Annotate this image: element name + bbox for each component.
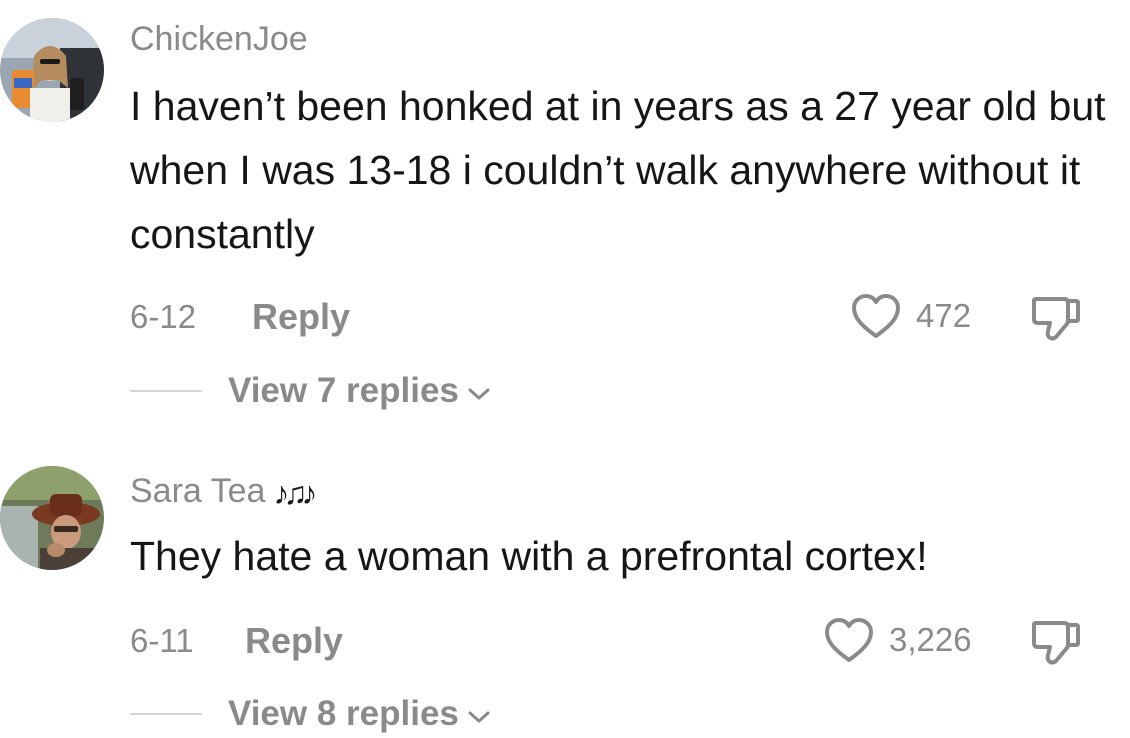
heart-outline-icon	[852, 294, 900, 338]
like-button[interactable]: 472	[850, 292, 971, 340]
divider	[130, 713, 202, 715]
view-replies-button[interactable]: View 7 replies	[228, 371, 491, 411]
view-replies-label: View 8 replies	[228, 694, 459, 733]
thumbs-down-icon[interactable]	[1030, 617, 1082, 672]
reply-button[interactable]: Reply	[252, 296, 350, 338]
comment-username[interactable]: ChickenJoe	[130, 20, 308, 59]
comment-item: Sara Tea ♪♫♪ They hate a woman with a pre…	[0, 430, 1130, 738]
like-button[interactable]: 3,226	[823, 616, 972, 664]
thumbs-down-icon[interactable]	[1030, 293, 1082, 348]
username-label: Sara Tea	[130, 472, 266, 510]
music-notes-icon: ♪♫♪	[273, 475, 317, 511]
avatar[interactable]	[0, 18, 104, 122]
view-replies-button[interactable]: View 8 replies	[228, 694, 491, 734]
chevron-down-icon	[467, 694, 491, 734]
like-count: 472	[916, 297, 972, 334]
chevron-down-icon	[467, 371, 491, 411]
divider	[130, 390, 202, 392]
avatar[interactable]	[0, 466, 104, 570]
reply-button[interactable]: Reply	[245, 620, 343, 662]
like-count: 3,226	[889, 621, 972, 658]
comment-username[interactable]: Sara Tea ♪♫♪	[130, 472, 317, 512]
comment-text: They hate a woman with a prefrontal cort…	[130, 533, 928, 579]
view-replies-row: View 8 replies	[130, 694, 491, 734]
view-replies-label: View 7 replies	[228, 371, 459, 410]
view-replies-row: View 7 replies	[130, 371, 491, 411]
comment-date: 6-11	[130, 622, 194, 659]
heart-outline-icon	[825, 618, 873, 662]
comment-item: ChickenJoe I haven’t been honked at in y…	[0, 0, 1130, 430]
comment-text: I haven’t been honked at in years as a 2…	[130, 83, 1106, 257]
comment-date: 6-12	[130, 298, 197, 335]
